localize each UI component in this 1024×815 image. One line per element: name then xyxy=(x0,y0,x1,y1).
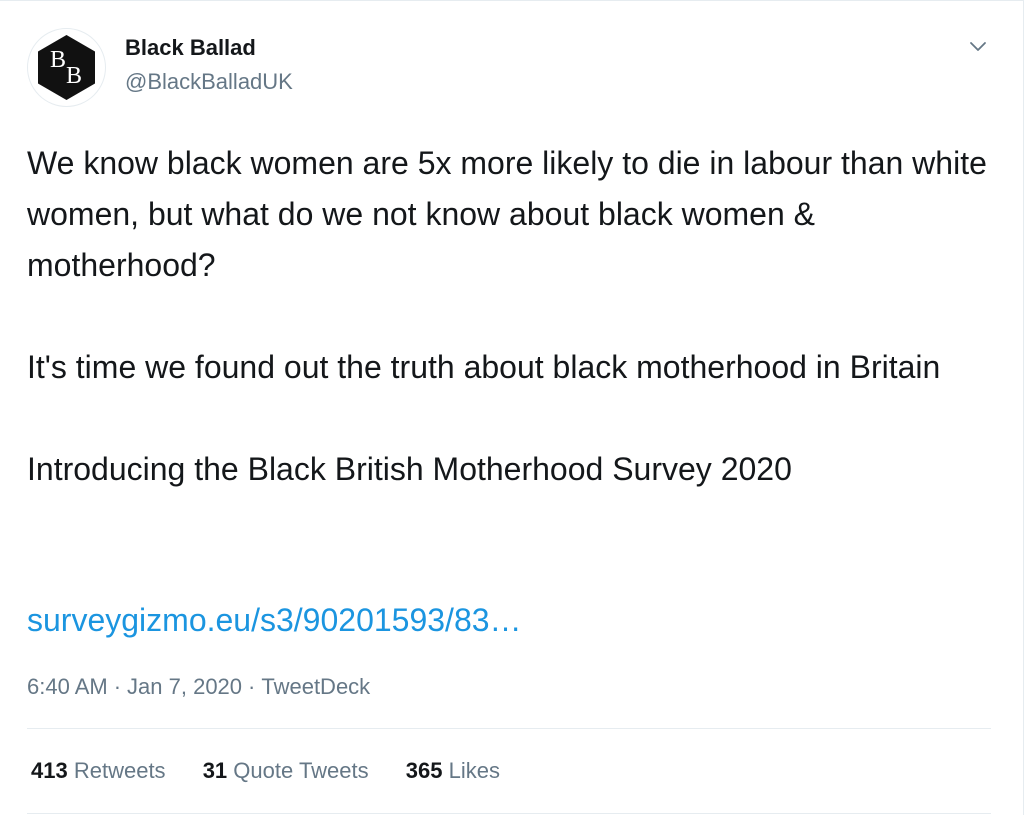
retweets-label: Retweets xyxy=(73,758,166,783)
tweet-meta: 6:40 AM · Jan 7, 2020 · TweetDeck xyxy=(27,672,370,702)
tweet-date[interactable]: Jan 7, 2020 xyxy=(127,674,242,699)
tweet-paragraph: Introducing the Black British Motherhood… xyxy=(27,451,792,487)
tweet-text: We know black women are 5x more likely t… xyxy=(27,138,987,495)
svg-text:B: B xyxy=(66,63,82,89)
likes-stat[interactable]: 365 Likes xyxy=(406,756,500,786)
meta-separator: · xyxy=(248,674,256,699)
tweet-source[interactable]: TweetDeck xyxy=(261,674,370,699)
survey-link[interactable]: surveygizmo.eu/s3/90201593/83… xyxy=(27,600,522,640)
author-name[interactable]: Black Ballad xyxy=(125,34,256,62)
author-handle[interactable]: @BlackBalladUK xyxy=(125,68,293,96)
divider xyxy=(27,813,991,814)
engagement-stats: 413 Retweets 31 Quote Tweets 365 Likes xyxy=(31,756,531,786)
tweet-card: B B Black Ballad @BlackBalladUK We know … xyxy=(0,0,1024,815)
chevron-down-icon[interactable] xyxy=(966,37,990,57)
likes-label: Likes xyxy=(448,758,500,783)
tweet-time[interactable]: 6:40 AM xyxy=(27,674,108,699)
tweet-paragraph: It's time we found out the truth about b… xyxy=(27,349,941,385)
avatar[interactable]: B B xyxy=(27,28,106,107)
divider xyxy=(27,728,991,729)
quote-tweets-count: 31 xyxy=(202,758,228,783)
svg-text:B: B xyxy=(50,47,66,73)
quote-tweets-stat[interactable]: 31 Quote Tweets xyxy=(203,756,369,786)
tweet-paragraph: We know black women are 5x more likely t… xyxy=(27,145,987,283)
retweets-count: 413 xyxy=(31,758,68,783)
quote-tweets-label: Quote Tweets xyxy=(233,758,369,783)
bb-logo-icon: B B xyxy=(38,35,95,100)
likes-count: 365 xyxy=(405,758,443,783)
retweets-stat[interactable]: 413 Retweets xyxy=(31,756,166,786)
meta-separator: · xyxy=(113,674,122,699)
